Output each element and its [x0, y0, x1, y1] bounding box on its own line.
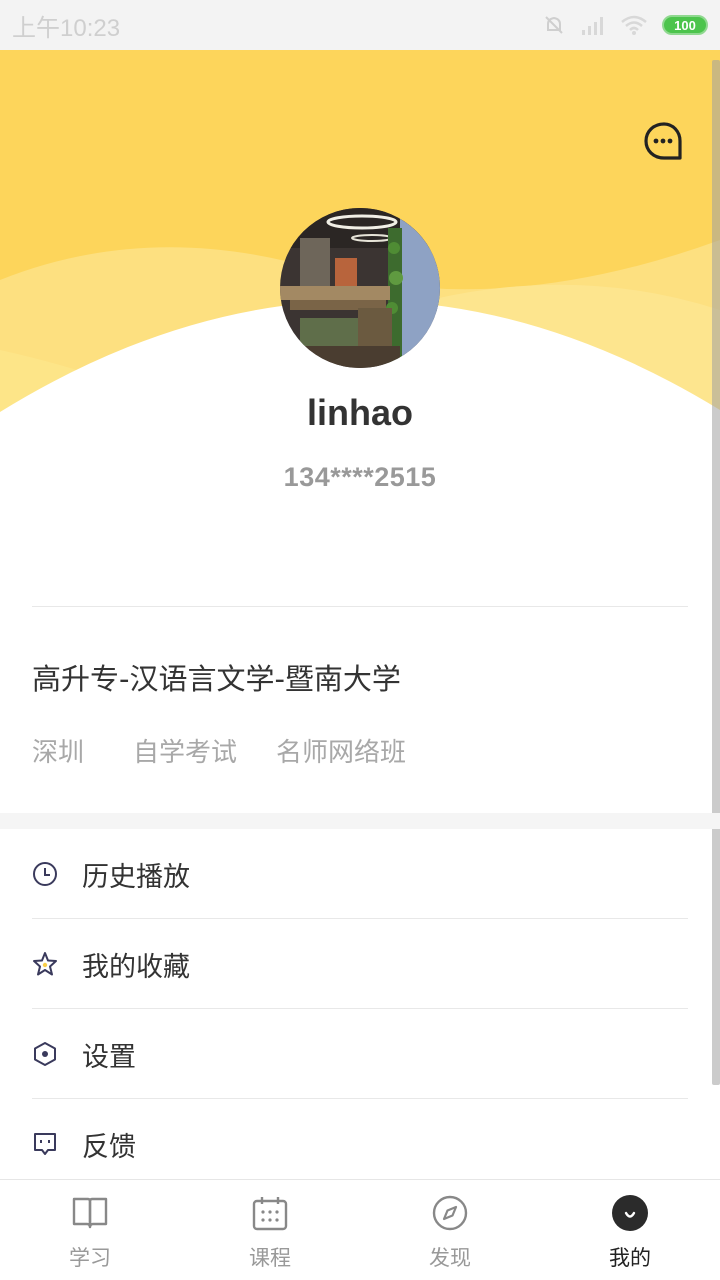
tab-courses[interactable]: 课程: [180, 1180, 360, 1280]
message-icon[interactable]: [642, 120, 686, 164]
feedback-icon: [32, 1131, 58, 1157]
tag-class-type: 名师网络班: [276, 738, 407, 768]
tab-mine[interactable]: 我的: [540, 1180, 720, 1280]
section-gap: [0, 813, 720, 829]
menu-label-favorites: 我的收藏: [82, 951, 190, 983]
menu-item-settings[interactable]: 设置: [0, 1009, 720, 1099]
settings-menu: 历史播放 我的收藏 设置 反馈: [0, 829, 720, 1189]
wifi-icon: [621, 15, 647, 35]
signal-icon: [582, 17, 603, 35]
status-bar: 上午10:23 100: [0, 0, 720, 50]
book-icon: [71, 1194, 109, 1232]
tab-study[interactable]: 学习: [0, 1180, 180, 1280]
profile-tags: 深圳 自学考试 名师网络班: [32, 732, 406, 769]
menu-item-history[interactable]: 历史播放: [0, 829, 720, 919]
profile-face-icon: [611, 1194, 649, 1232]
bottom-tab-bar: 学习 课程 发现 我的: [0, 1179, 720, 1280]
calendar-icon: [251, 1194, 289, 1232]
menu-item-feedback[interactable]: 反馈: [0, 1099, 720, 1189]
tab-discover[interactable]: 发现: [360, 1180, 540, 1280]
clock-icon: [32, 861, 58, 887]
menu-label-feedback: 反馈: [82, 1131, 136, 1163]
compass-icon: [431, 1194, 469, 1232]
menu-item-favorites[interactable]: 我的收藏: [0, 919, 720, 1009]
tab-label-study: 学习: [69, 1246, 111, 1270]
mute-icon: [545, 16, 563, 34]
tab-label-discover: 发现: [429, 1246, 471, 1270]
avatar[interactable]: [280, 208, 440, 368]
menu-label-history: 历史播放: [82, 861, 190, 893]
settings-icon: [32, 1041, 58, 1067]
username: linhao: [307, 392, 413, 433]
star-icon: [32, 951, 58, 977]
status-icons: 100: [542, 13, 708, 37]
tag-city: 深圳: [32, 738, 85, 768]
status-time: 上午10:23: [12, 14, 121, 42]
tag-exam-type: 自学考试: [133, 738, 238, 768]
tab-label-courses: 课程: [249, 1246, 291, 1270]
enrolled-major: 高升专-汉语言文学-暨南大学: [32, 662, 401, 696]
menu-label-settings: 设置: [82, 1041, 136, 1073]
tab-label-mine: 我的: [609, 1246, 651, 1270]
divider: [32, 606, 688, 607]
battery-indicator: 100: [662, 15, 708, 35]
phone-number: 134****2515: [283, 462, 437, 492]
